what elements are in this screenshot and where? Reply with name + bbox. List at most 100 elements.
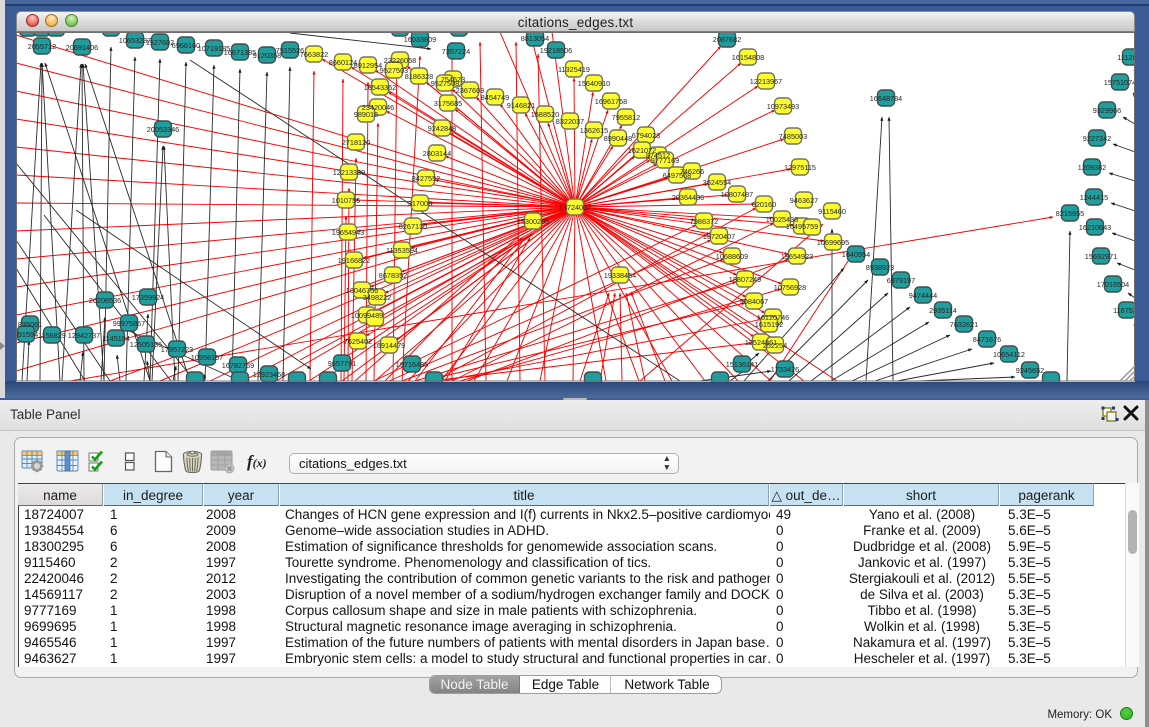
- svg-text:1615192: 1615192: [755, 320, 783, 329]
- svg-text:17957223: 17957223: [161, 345, 193, 354]
- svg-text:8813054: 8813054: [521, 34, 549, 43]
- svg-text:746266: 746266: [680, 167, 704, 176]
- svg-text:8267130: 8267130: [399, 222, 427, 231]
- svg-text:8454749: 8454749: [481, 93, 509, 102]
- svg-text:15720407: 15720407: [703, 232, 735, 241]
- svg-text:17359924: 17359924: [132, 293, 164, 302]
- svg-text:8215955: 8215955: [1056, 209, 1084, 218]
- svg-text:3624554: 3624554: [703, 178, 731, 187]
- svg-text:10807487: 10807487: [721, 190, 753, 199]
- svg-text:12213967: 12213967: [750, 77, 782, 86]
- svg-text:15640910: 15640910: [578, 79, 610, 88]
- svg-text:1112843: 1112843: [1117, 53, 1135, 62]
- svg-text:10958107: 10958107: [191, 353, 223, 362]
- svg-text:1527602: 1527602: [146, 38, 174, 47]
- svg-text:7955812: 7955812: [612, 113, 640, 122]
- svg-text:19338454: 19338454: [604, 271, 636, 280]
- svg-text:8938923: 8938923: [866, 263, 894, 272]
- svg-text:12213389: 12213389: [333, 168, 365, 177]
- svg-text:7357224: 7357224: [442, 47, 470, 56]
- svg-text:1156829: 1156829: [38, 331, 66, 340]
- svg-text:17016504: 17016504: [1097, 280, 1129, 289]
- svg-text:835061: 835061: [18, 320, 42, 329]
- svg-text:9146821: 9146821: [507, 101, 535, 110]
- svg-text:2055712: 2055712: [28, 42, 56, 51]
- svg-text:16210643: 16210643: [1079, 223, 1111, 232]
- svg-text:8186328: 8186328: [405, 72, 433, 81]
- svg-text:7625402: 7625402: [344, 337, 372, 346]
- svg-text:9474444: 9474444: [909, 291, 937, 300]
- svg-text:252254: 252254: [763, 341, 787, 350]
- svg-text:16961758: 16961758: [595, 97, 627, 106]
- svg-text:9084067: 9084067: [740, 297, 768, 306]
- svg-text:2718120: 2718120: [342, 138, 370, 147]
- svg-text:8427552: 8427552: [412, 174, 440, 183]
- svg-text:20206536: 20206536: [89, 296, 121, 305]
- svg-text:99975867: 99975867: [113, 319, 145, 328]
- svg-text:3175685: 3175685: [434, 99, 462, 108]
- svg-text:2935114: 2935114: [929, 306, 957, 315]
- svg-text:9657791: 9657791: [328, 359, 356, 368]
- svg-text:10756928: 10756928: [774, 283, 806, 292]
- svg-text:10973493: 10973493: [767, 102, 799, 111]
- svg-text:20053346: 20053346: [147, 125, 179, 134]
- svg-text:16782759: 16782759: [222, 361, 254, 370]
- svg-text:391594: 391594: [16, 330, 38, 339]
- svg-text:1733426: 1733426: [771, 365, 799, 374]
- svg-text:15692971: 15692971: [1085, 252, 1117, 261]
- svg-text:8471676: 8471676: [973, 335, 1001, 344]
- svg-text:9777169: 9777169: [651, 156, 679, 165]
- svg-text:8912954: 8912954: [354, 61, 382, 70]
- svg-text:1145194: 1145194: [102, 334, 130, 343]
- svg-text:1010755: 1010755: [332, 196, 360, 205]
- svg-text:6794028: 6794028: [632, 131, 660, 140]
- svg-text:12942737: 12942737: [68, 331, 100, 340]
- svg-text:12505135: 12505135: [130, 340, 162, 349]
- svg-text:11353594: 11353594: [386, 246, 418, 255]
- svg-text:2803144: 2803144: [423, 149, 451, 158]
- svg-text:16495759: 16495759: [786, 222, 818, 231]
- svg-text:15751074: 15751074: [1104, 78, 1135, 87]
- svg-text:10688609: 10688609: [716, 252, 748, 261]
- svg-text:2087682: 2087682: [713, 35, 741, 44]
- svg-text:16648784: 16648784: [870, 94, 902, 103]
- svg-text:15136141: 15136141: [726, 360, 758, 369]
- svg-text:3498222: 3498222: [363, 293, 391, 302]
- svg-text:9463627: 9463627: [790, 196, 818, 205]
- svg-text:23226058: 23226058: [384, 56, 416, 65]
- svg-text:1640954: 1640954: [842, 250, 870, 259]
- svg-text:10699695: 10699695: [817, 238, 849, 247]
- svg-text:19716485: 19716485: [396, 360, 428, 369]
- svg-text:7986372: 7986372: [690, 217, 718, 226]
- svg-text:9245652: 9245652: [1016, 366, 1044, 375]
- svg-text:11325419: 11325419: [558, 65, 590, 74]
- svg-text:19218506: 19218506: [540, 46, 572, 55]
- svg-text:10654112: 10654112: [993, 350, 1025, 359]
- svg-text:9329966: 9329966: [1093, 106, 1121, 115]
- svg-text:19654943: 19654943: [332, 228, 364, 237]
- svg-text:19166822: 19166822: [338, 256, 370, 265]
- svg-text:8678352: 8678352: [379, 271, 407, 280]
- svg-text:7663822: 7663822: [300, 50, 328, 59]
- svg-text:9242848: 9242848: [428, 124, 456, 133]
- svg-text:12975115: 12975115: [784, 163, 816, 172]
- svg-text:16543362: 16543362: [364, 83, 396, 92]
- svg-text:6966160: 6966160: [172, 41, 200, 50]
- svg-text:25300285: 25300285: [517, 217, 549, 226]
- svg-text:1244415: 1244415: [1080, 193, 1108, 202]
- svg-text:18724007: 18724007: [559, 203, 591, 212]
- svg-text:7632621: 7632621: [950, 320, 978, 329]
- svg-text:7485003: 7485003: [779, 132, 807, 141]
- svg-text:16914479: 16914479: [373, 341, 405, 350]
- svg-text:8990448: 8990448: [604, 134, 632, 143]
- svg-text:9115460: 9115460: [818, 207, 846, 216]
- svg-text:1209382: 1209382: [1078, 163, 1106, 172]
- svg-text:9227342: 9227342: [1083, 134, 1111, 143]
- svg-text:20364436: 20364436: [672, 193, 704, 202]
- svg-text:16671385: 16671385: [224, 48, 256, 57]
- svg-text:8322037: 8322037: [556, 117, 584, 126]
- svg-text:1167534: 1167534: [1113, 306, 1135, 315]
- svg-text:16033809: 16033809: [404, 35, 436, 44]
- svg-text:20691406: 20691406: [66, 43, 98, 52]
- svg-text:12923468: 12923468: [253, 370, 285, 379]
